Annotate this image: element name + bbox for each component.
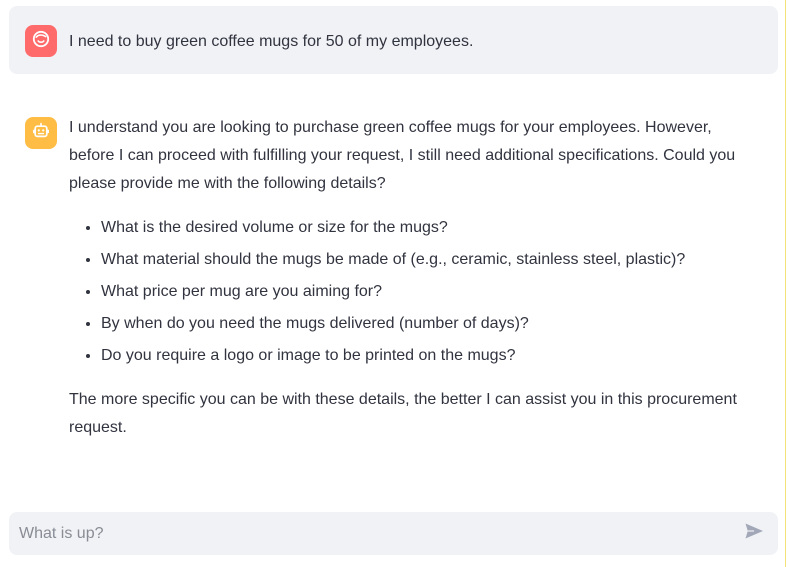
chat-messages: I need to buy green coffee mugs for 50 o… xyxy=(9,6,778,442)
user-face-icon xyxy=(31,29,51,54)
question-list: What is the desired volume or size for t… xyxy=(69,214,759,370)
send-button[interactable] xyxy=(740,520,768,548)
send-icon xyxy=(743,520,765,547)
user-message-text: I need to buy green coffee mugs for 50 o… xyxy=(69,33,474,50)
robot-face-icon xyxy=(31,121,51,146)
assistant-intro-text: I understand you are looking to purchase… xyxy=(69,119,736,192)
assistant-message-content: I understand you are looking to purchase… xyxy=(69,114,759,442)
question-item: Do you require a logo or image to be pri… xyxy=(101,342,759,370)
assistant-avatar xyxy=(25,117,57,149)
assistant-message: I understand you are looking to purchase… xyxy=(9,114,778,442)
assistant-outro-text: The more specific you can be with these … xyxy=(69,391,737,436)
question-item: By when do you need the mugs delivered (… xyxy=(101,310,759,338)
sidebar-edge-divider xyxy=(785,0,786,567)
question-item: What is the desired volume or size for t… xyxy=(101,214,759,242)
user-avatar xyxy=(25,25,57,57)
question-item: What material should the mugs be made of… xyxy=(101,246,759,274)
user-message: I need to buy green coffee mugs for 50 o… xyxy=(9,6,778,74)
chat-input-bar xyxy=(9,512,778,555)
chat-input[interactable] xyxy=(19,524,740,543)
question-item: What price per mug are you aiming for? xyxy=(101,278,759,306)
